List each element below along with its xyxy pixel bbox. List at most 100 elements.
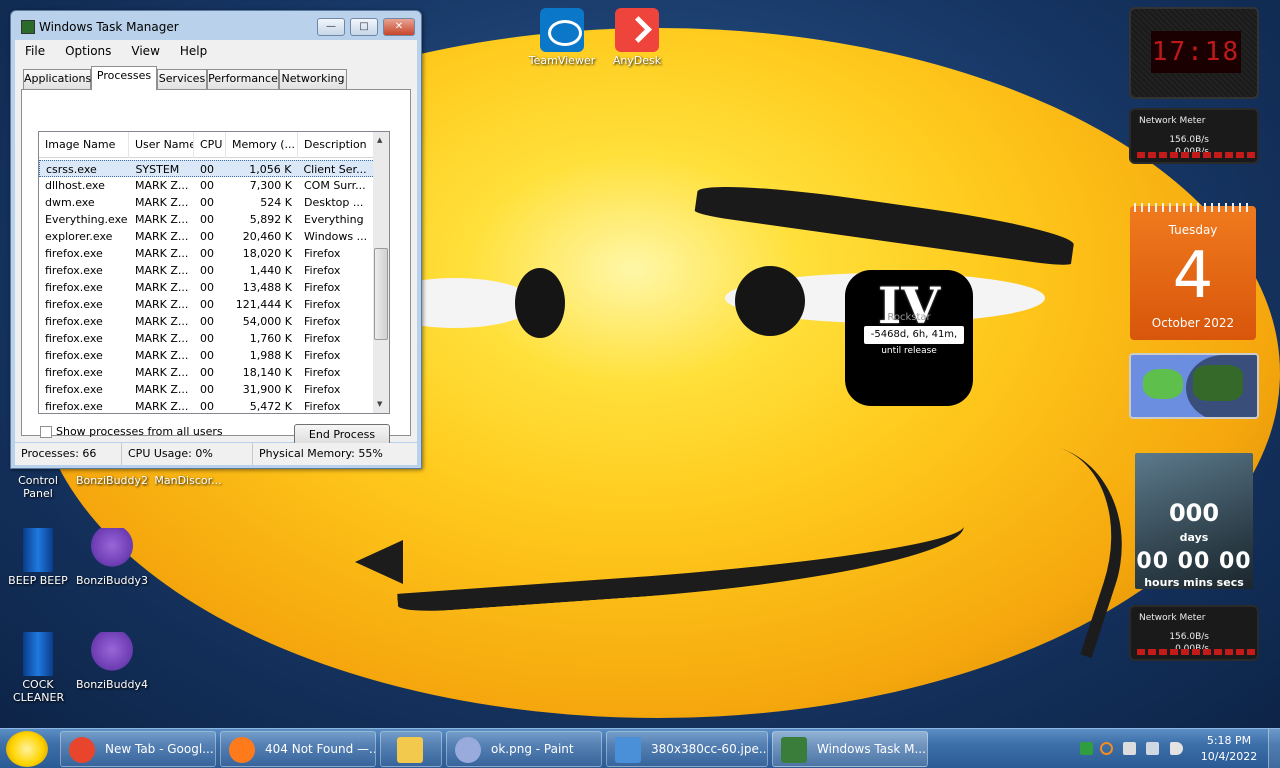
process-row[interactable]: dwm.exe MARK Z... 00 524 K Desktop ... xyxy=(39,194,375,211)
tray-clock[interactable]: 5:18 PM 10/4/2022 xyxy=(1196,733,1262,765)
process-image-name: firefox.exe xyxy=(45,366,103,379)
taskbar-button[interactable]: New Tab - Googl... xyxy=(60,731,216,767)
column-user-name[interactable]: User Name xyxy=(129,132,194,158)
desktop-icon-beep-beep[interactable]: BEEP BEEP xyxy=(0,528,76,587)
process-memory: 20,460 K xyxy=(242,230,292,243)
network-bars xyxy=(1137,649,1255,655)
process-image-name: dllhost.exe xyxy=(45,179,105,192)
calendar-gadget[interactable]: Tuesday 4 October 2022 xyxy=(1130,203,1256,340)
action-center-icon[interactable] xyxy=(1123,742,1136,755)
desktop: TeamViewer AnyDesk Control Panel BonziBu… xyxy=(0,0,1280,728)
process-row[interactable]: firefox.exe MARK Z... 00 31,900 K Firefox xyxy=(39,381,375,398)
tab-applications[interactable]: Applications xyxy=(23,69,91,89)
scroll-down-icon[interactable]: ▼ xyxy=(377,400,382,408)
taskbar-button[interactable] xyxy=(380,731,442,767)
vertical-scrollbar[interactable]: ▲ ▼ xyxy=(373,132,389,413)
process-row[interactable]: firefox.exe MARK Z... 00 5,472 K Firefox xyxy=(39,398,375,413)
process-memory: 18,140 K xyxy=(242,366,292,379)
status-bar: Processes: 66 CPU Usage: 0% Physical Mem… xyxy=(15,443,417,465)
taskbar-button[interactable]: ok.png - Paint xyxy=(446,731,602,767)
process-cpu: 00 xyxy=(200,281,214,294)
desktop-icon-cock-cleaner[interactable]: COCK CLEANER xyxy=(0,632,76,704)
tab-performance[interactable]: Performance xyxy=(207,69,279,89)
process-row[interactable]: explorer.exe MARK Z... 00 20,460 K Windows .… xyxy=(39,228,375,245)
menu-file[interactable]: File xyxy=(15,44,55,58)
task-manager-window[interactable]: Windows Task Manager — □ ✕ File Options … xyxy=(10,10,422,469)
process-memory: 54,000 K xyxy=(242,315,292,328)
tray-app-icon[interactable] xyxy=(1080,742,1093,755)
network-meter-title: Network Meter xyxy=(1139,116,1206,126)
network-icon[interactable] xyxy=(1146,742,1159,755)
process-row[interactable]: firefox.exe MARK Z... 00 1,988 K Firefox xyxy=(39,347,375,364)
process-user-name: MARK Z... xyxy=(135,383,189,396)
process-description: Desktop ... xyxy=(304,196,364,209)
process-image-name: firefox.exe xyxy=(45,400,103,413)
process-row[interactable]: csrss.exe SYSTEM 00 1,056 K Client Ser... xyxy=(39,160,375,177)
tab-services[interactable]: Services xyxy=(157,69,207,89)
process-description: Firefox xyxy=(304,264,341,277)
process-row[interactable]: firefox.exe MARK Z... 00 121,444 K Firefox xyxy=(39,296,375,313)
process-memory: 1,056 K xyxy=(249,163,292,176)
desktop-icon-label: COCK CLEANER xyxy=(13,678,65,704)
minimize-button[interactable]: — xyxy=(317,18,345,36)
process-cpu: 00 xyxy=(200,366,214,379)
desktop-icon-bonzibuddy3[interactable]: BonziBuddy3 xyxy=(74,528,150,587)
desktop-icon-teamviewer[interactable]: TeamViewer xyxy=(524,8,600,67)
desktop-icon-anydesk[interactable]: AnyDesk xyxy=(599,8,675,67)
show-all-processes[interactable]: Show processes from all users xyxy=(40,425,223,438)
process-image-name: explorer.exe xyxy=(45,230,113,243)
desktop-icon-bonzibuddy4[interactable]: BonziBuddy4 xyxy=(74,632,150,691)
tab-processes[interactable]: Processes xyxy=(91,66,157,90)
process-row[interactable]: dllhost.exe MARK Z... 00 7,300 K COM Surr... xyxy=(39,177,375,194)
taskbar-button[interactable]: 404 Not Found —... xyxy=(220,731,376,767)
maximize-button[interactable]: □ xyxy=(350,18,378,36)
process-description: Client Ser... xyxy=(303,163,367,176)
process-row[interactable]: Everything.exe MARK Z... 00 5,892 K Everythi… xyxy=(39,211,375,228)
process-row[interactable]: firefox.exe MARK Z... 00 1,760 K Firefox xyxy=(39,330,375,347)
start-button[interactable] xyxy=(6,731,48,767)
clock-gadget[interactable]: 17:18 xyxy=(1129,7,1259,99)
process-image-name: firefox.exe xyxy=(45,264,103,277)
process-list[interactable]: Image Name User Name CPU Memory (... Des… xyxy=(38,131,390,414)
column-memory[interactable]: Memory (... xyxy=(226,132,298,158)
column-cpu[interactable]: CPU xyxy=(194,132,226,158)
scrollbar-thumb[interactable] xyxy=(374,248,388,340)
network-bars xyxy=(1137,152,1255,158)
column-image-name[interactable]: Image Name xyxy=(39,132,129,158)
show-all-checkbox[interactable] xyxy=(40,425,52,438)
gta-until-release: until release xyxy=(881,346,937,356)
volume-icon[interactable] xyxy=(1170,742,1183,755)
countdown-gadget[interactable]: 000 days 00 00 00 hours mins secs xyxy=(1135,453,1253,589)
close-button[interactable]: ✕ xyxy=(383,18,415,36)
process-row[interactable]: firefox.exe MARK Z... 00 1,440 K Firefox xyxy=(39,262,375,279)
process-cpu: 00 xyxy=(200,315,214,328)
desktop-icon-control-panel[interactable]: Control Panel xyxy=(0,474,76,500)
search-icon[interactable] xyxy=(1100,742,1113,755)
column-description[interactable]: Description xyxy=(298,132,375,158)
process-row[interactable]: firefox.exe MARK Z... 00 54,000 K Firefox xyxy=(39,313,375,330)
world-clock-map-gadget[interactable] xyxy=(1129,353,1259,419)
show-desktop-button[interactable] xyxy=(1268,729,1280,768)
menu-help[interactable]: Help xyxy=(170,44,217,58)
process-description: Firefox xyxy=(304,281,341,294)
process-row[interactable]: firefox.exe MARK Z... 00 18,020 K Firefox xyxy=(39,245,375,262)
process-cpu: 00 xyxy=(200,332,214,345)
taskbar-button[interactable]: 380x380cc-60.jpe... xyxy=(606,731,768,767)
process-user-name: MARK Z... xyxy=(135,230,189,243)
scroll-up-icon[interactable]: ▲ xyxy=(377,136,382,144)
process-cpu: 00 xyxy=(200,400,214,413)
desktop-icon-label: TeamViewer xyxy=(528,54,596,67)
taskbar-button[interactable]: Windows Task M... xyxy=(772,731,928,767)
process-description: Firefox xyxy=(304,315,341,328)
desktop-icon-bonzibuddy2[interactable]: BonziBuddy2 xyxy=(74,474,150,487)
network-meter-gadget[interactable]: Network Meter 156.0B/s 0.00B/s xyxy=(1129,605,1259,661)
menu-options[interactable]: Options xyxy=(55,44,121,58)
gta-countdown-gadget[interactable]: IV Rockstar -5468d, 6h, 41m, 28 until re… xyxy=(845,270,973,406)
desktop-icon-mandiscord[interactable]: ManDiscor... xyxy=(150,474,226,487)
menu-view[interactable]: View xyxy=(121,44,169,58)
process-row[interactable]: firefox.exe MARK Z... 00 13,488 K Firefox xyxy=(39,279,375,296)
network-meter-gadget[interactable]: Network Meter 156.0B/s 0.00B/s xyxy=(1129,108,1259,164)
process-row[interactable]: firefox.exe MARK Z... 00 18,140 K Firefox xyxy=(39,364,375,381)
tab-networking[interactable]: Networking xyxy=(279,69,347,89)
process-memory: 13,488 K xyxy=(242,281,292,294)
